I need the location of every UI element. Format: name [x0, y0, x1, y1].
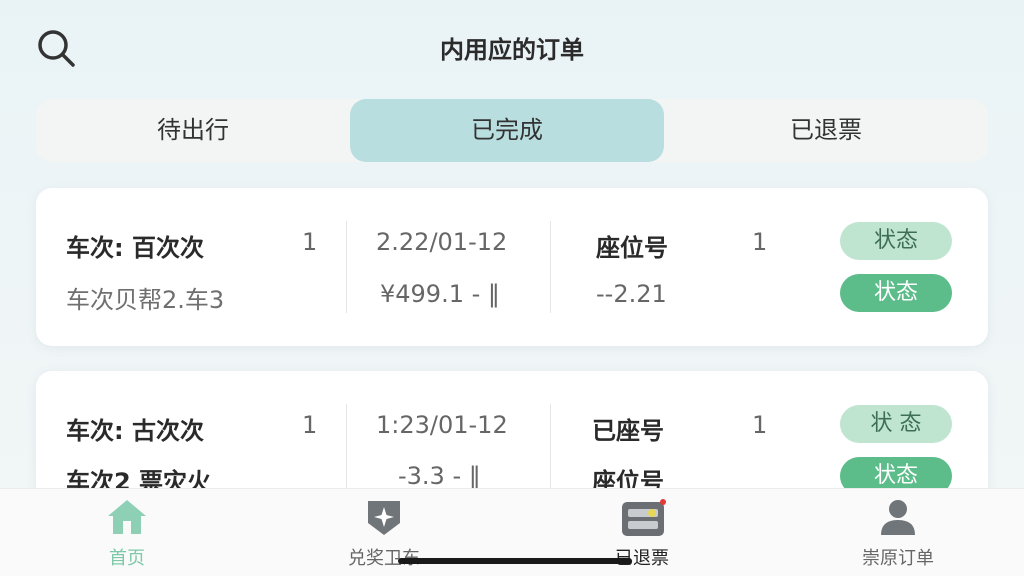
order-price: ¥499.1 - ‖ — [380, 280, 500, 308]
seat-count: 1 — [752, 411, 768, 439]
seat-value: --2.21 — [596, 280, 667, 308]
divider — [346, 221, 347, 313]
departure-datetime: 1:23/01-12 — [376, 411, 508, 439]
order-card[interactable]: 车次: 百次次 1 车次贝帮2.车3 2.22/01-12 ¥499.1 - ‖… — [36, 188, 988, 346]
train-number: 车次: 古次次 — [66, 417, 204, 445]
train-subtitle: 车次贝帮2.车3 — [66, 286, 225, 314]
page-title: 内用应的订单 — [440, 36, 584, 64]
home-indicator[interactable] — [398, 558, 632, 564]
divider — [550, 404, 551, 494]
ticket-card-icon — [622, 499, 666, 536]
ticket-count: 1 — [302, 228, 318, 256]
status-badge[interactable]: 状 态 — [840, 405, 952, 443]
divider — [346, 404, 347, 494]
ticket-count: 1 — [302, 411, 318, 439]
nav-label: 崇原订单 — [862, 548, 934, 569]
nav-orders[interactable]: 崇原订单 — [818, 489, 978, 576]
star-shield-icon — [368, 501, 400, 535]
seat-label: 座位号 — [596, 234, 668, 262]
tab-pending[interactable]: 待出行 — [36, 99, 350, 162]
order-price: -3.3 - ‖ — [398, 462, 481, 490]
tab-completed[interactable]: 已完成 — [350, 99, 664, 162]
train-number: 车次: 百次次 — [66, 234, 204, 262]
user-icon — [881, 500, 915, 535]
home-icon — [108, 500, 146, 534]
divider — [550, 221, 551, 313]
status-badge[interactable]: 状态 — [840, 274, 952, 312]
header: 内用应的订单 — [0, 0, 1024, 95]
seat-label: 已座号 — [592, 417, 664, 445]
tab-refunded[interactable]: 已退票 — [664, 99, 988, 162]
nav-label: 首页 — [109, 548, 145, 569]
seat-count: 1 — [752, 228, 768, 256]
departure-datetime: 2.22/01-12 — [376, 228, 508, 256]
status-badge[interactable]: 状态 — [840, 222, 952, 260]
tab-bar: 待出行 已完成 已退票 — [36, 99, 988, 162]
nav-home[interactable]: 首页 — [47, 489, 207, 576]
nav-label: 兑奖卫东 — [348, 548, 420, 569]
nav-label: 已退票 — [615, 548, 669, 569]
